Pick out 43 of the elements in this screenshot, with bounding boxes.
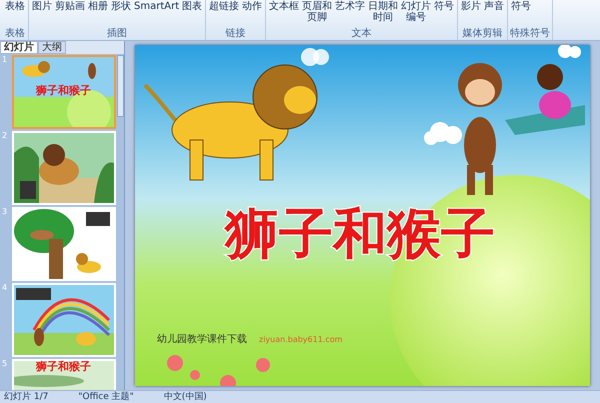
ribbon-command[interactable]: 图片 — [31, 1, 53, 12]
ribbon-command[interactable]: 相册 — [87, 1, 109, 12]
ribbon-command[interactable]: 幻灯片编号 — [400, 1, 432, 23]
cloud-drawing — [424, 122, 462, 145]
language-indicator: 中文(中国) — [164, 391, 207, 403]
ribbon-command[interactable]: SmartArt — [133, 1, 180, 12]
ribbon-command[interactable]: 文本框 — [268, 1, 300, 12]
group-label: 链接 — [224, 28, 247, 40]
group-label: 文本 — [350, 28, 373, 40]
thumbnail-title: 狮子和猴子 — [36, 83, 91, 98]
slide-number: 1 — [2, 55, 8, 66]
scrollbar[interactable] — [117, 55, 124, 117]
slide-thumbnail[interactable]: 狮子和猴子 — [12, 359, 116, 390]
theme-name: "Office 主题" — [78, 391, 134, 403]
thumbnail-title: 狮子和猴子 — [36, 361, 91, 373]
ribbon-command[interactable]: 日期和时间 — [367, 1, 400, 23]
ribbon-command[interactable]: 形状 — [110, 1, 132, 12]
ribbon-command[interactable]: 符号 — [433, 1, 456, 12]
ribbon-command[interactable]: 符号 — [510, 1, 532, 12]
slide-number: 5 — [2, 359, 8, 370]
slide-title: 狮子和猴子 — [225, 202, 495, 265]
group-label: 表格 — [4, 28, 26, 40]
group-label: 媒体剪辑 — [462, 28, 504, 40]
ribbon-command[interactable]: 剪贴画 — [54, 1, 86, 12]
panel-tab[interactable]: 大纲 — [38, 41, 66, 54]
slide-number: 4 — [2, 283, 8, 294]
ribbon-command[interactable]: 图表 — [181, 1, 204, 12]
ribbon-command[interactable]: 页眉和页脚 — [301, 1, 334, 23]
slide-number: 3 — [2, 207, 8, 218]
ribbon-command[interactable]: 影片 — [460, 1, 482, 12]
ribbon-command[interactable]: 动作 — [241, 1, 264, 12]
panel-tab[interactable]: 幻灯片 — [0, 41, 38, 54]
slide-counter: 幻灯片 1/7 — [4, 391, 48, 403]
group-label: 特殊符号 — [510, 28, 550, 40]
ribbon-command[interactable]: 超链接 — [208, 1, 240, 12]
footer-text: 幼儿园教学课件下载 — [157, 334, 247, 345]
slide-number: 2 — [2, 131, 8, 142]
group-label: 插图 — [106, 28, 128, 40]
ribbon-command[interactable]: 声音 — [483, 1, 506, 12]
cloud-drawing — [558, 45, 581, 58]
cloud-drawing — [301, 48, 329, 66]
ribbon-command[interactable]: 表格 — [4, 1, 26, 12]
ribbon-command[interactable]: 艺术字 — [334, 1, 366, 12]
